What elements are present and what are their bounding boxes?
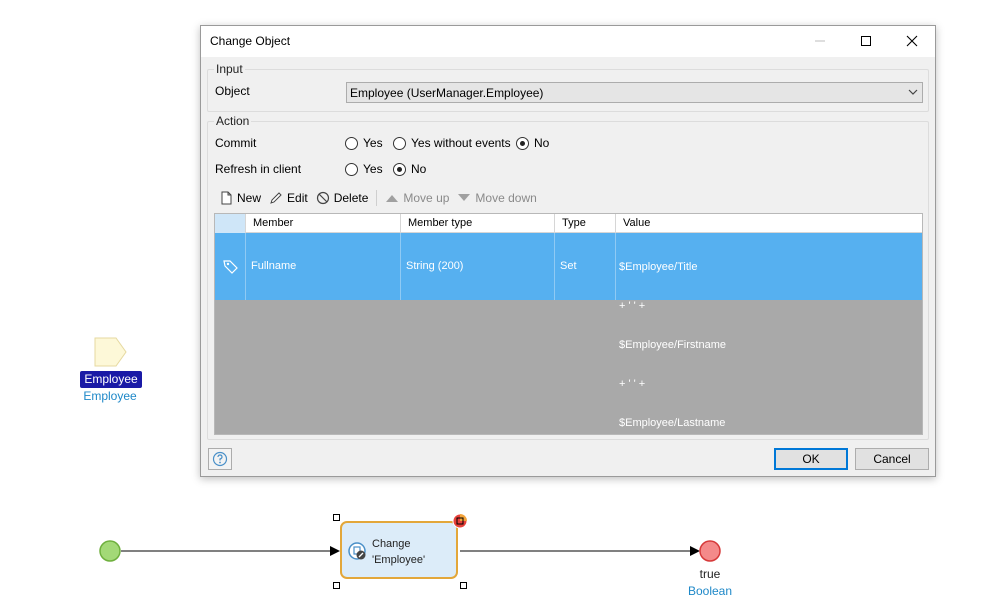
- object-label: Object: [215, 84, 250, 98]
- cell-member-text: Fullname: [251, 260, 297, 272]
- commit-no-label: No: [534, 136, 550, 150]
- radio-circle: [345, 136, 358, 150]
- row-header-cell: [215, 214, 246, 233]
- object-select[interactable]: Employee (UserManager.Employee): [346, 82, 923, 103]
- change-object-icon: [348, 542, 366, 560]
- value-line: $Employee/Lastname: [619, 417, 726, 429]
- cell-member-type-text: String (200): [406, 260, 464, 272]
- new-button-label: New: [237, 191, 262, 205]
- commit-label: Commit: [215, 136, 257, 150]
- close-icon: [906, 35, 918, 47]
- delete-button-label: Delete: [333, 191, 369, 205]
- members-toolbar: New Edit Delete Move up Move down: [219, 190, 537, 206]
- input-group-legend: Input: [216, 62, 243, 76]
- commit-yes-without-events-radio[interactable]: Yes without events: [393, 136, 511, 150]
- column-header-value[interactable]: Value: [616, 214, 922, 233]
- activity-caption-line1: Change: [372, 538, 411, 550]
- parameter-type-label: Employee: [83, 389, 137, 403]
- maximize-icon: [861, 36, 871, 46]
- parameter-shape-icon[interactable]: [94, 337, 128, 367]
- commit-yes-without-events-label: Yes without events: [411, 136, 511, 150]
- table-row[interactable]: Fullname String (200) Set $Employee/Titl…: [215, 233, 922, 429]
- column-header-type[interactable]: Type: [555, 214, 616, 233]
- tag-icon: [223, 260, 238, 274]
- activity-caption-line2: 'Employee': [372, 554, 426, 566]
- refresh-label: Refresh in client: [215, 162, 302, 176]
- cell-member: Fullname: [246, 233, 401, 300]
- cell-member-type: String (200): [401, 233, 555, 300]
- column-header-member[interactable]: Member: [246, 214, 401, 233]
- move-down-button-label: Move down: [475, 191, 537, 205]
- radio-circle: [345, 162, 358, 176]
- column-header-member-type[interactable]: Member type: [401, 214, 555, 233]
- dialog-titlebar[interactable]: Change Object: [201, 26, 935, 57]
- refresh-no-radio[interactable]: No: [393, 162, 426, 176]
- prohibited-icon: [316, 191, 329, 205]
- grid-header-row: Member Member type Type Value: [215, 214, 922, 233]
- members-grid[interactable]: Member Member type Type Value Fullname S…: [214, 213, 923, 435]
- commit-yes-label: Yes: [363, 136, 383, 150]
- value-line: $Employee/Firstname: [619, 339, 726, 351]
- pencil-icon: [270, 192, 282, 204]
- maximize-button[interactable]: [843, 26, 889, 56]
- refresh-yes-radio[interactable]: Yes: [345, 162, 383, 176]
- end-event-return-type: Boolean: [687, 584, 733, 598]
- triangle-up-icon: [386, 195, 399, 202]
- radio-circle: [393, 136, 406, 150]
- end-event-icon[interactable]: [699, 540, 721, 562]
- cell-value: $Employee/Title + ' ' + $Employee/Firstn…: [616, 233, 922, 429]
- change-object-activity[interactable]: Change 'Employee': [340, 521, 458, 579]
- toolbar-separator: [376, 190, 378, 206]
- ok-button[interactable]: OK: [774, 448, 848, 470]
- cell-value-expression: $Employee/Title + ' ' + $Employee/Firstn…: [619, 235, 726, 434]
- refresh-no-label: No: [411, 162, 427, 176]
- new-document-icon: [221, 191, 232, 205]
- edit-button-label: Edit: [287, 191, 308, 205]
- sequence-flow-lines: [99, 540, 721, 562]
- change-object-dialog: Change Object Input Object Employee (Use…: [200, 25, 936, 477]
- move-up-button[interactable]: Move up: [385, 191, 449, 205]
- resize-handle-top-left[interactable]: [333, 514, 340, 521]
- radio-circle-checked: [516, 136, 529, 150]
- start-event-icon[interactable]: [99, 540, 121, 562]
- end-event-return-value: true: [699, 567, 721, 581]
- value-line: $Employee/Title: [619, 261, 698, 273]
- close-button[interactable]: [889, 26, 935, 56]
- parameter-name-badge[interactable]: Employee: [80, 371, 142, 388]
- refresh-yes-label: Yes: [363, 162, 383, 176]
- help-button[interactable]: [208, 448, 232, 470]
- commit-no-radio[interactable]: No: [516, 136, 549, 150]
- object-select-value: Employee (UserManager.Employee): [350, 86, 544, 100]
- value-line: + ' ' +: [619, 378, 646, 390]
- dialog-title: Change Object: [210, 34, 291, 48]
- action-group-legend: Action: [216, 114, 250, 128]
- chevron-down-icon: [908, 89, 918, 95]
- cell-type-text: Set: [560, 260, 577, 272]
- commit-yes-radio[interactable]: Yes: [345, 136, 383, 150]
- minimize-icon: [815, 40, 825, 42]
- resize-handle-bottom-left[interactable]: [333, 582, 340, 589]
- minimize-button[interactable]: [797, 26, 843, 56]
- move-up-button-label: Move up: [403, 191, 450, 205]
- help-icon: [212, 451, 228, 467]
- edit-button[interactable]: Edit: [269, 191, 308, 205]
- error-handler-icon[interactable]: [452, 513, 468, 529]
- new-button[interactable]: New: [219, 191, 261, 205]
- triangle-down-icon: [458, 194, 471, 201]
- delete-button[interactable]: Delete: [316, 191, 369, 205]
- value-line: + ' ' +: [619, 300, 646, 312]
- resize-handle-bottom-right[interactable]: [460, 582, 467, 589]
- radio-circle-checked: [393, 162, 406, 176]
- cancel-button[interactable]: Cancel: [855, 448, 929, 470]
- cell-type: Set: [555, 233, 616, 300]
- move-down-button[interactable]: Move down: [457, 191, 537, 205]
- row-icon-cell: [215, 233, 246, 300]
- activity-caption: Change 'Employee': [372, 536, 458, 568]
